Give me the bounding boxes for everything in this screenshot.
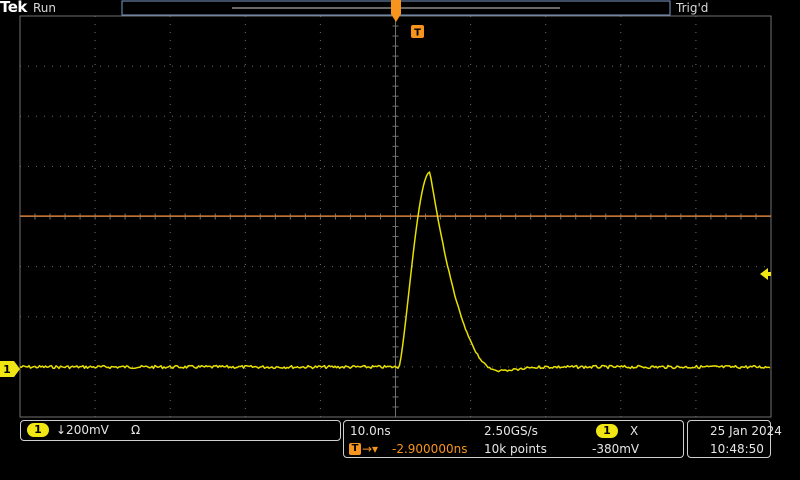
brand-logo: Tek	[0, 0, 27, 16]
channel1-scale: ↓200mV	[56, 423, 109, 437]
termination-ohm-icon: Ω	[131, 423, 141, 437]
oscilloscope-display: T 1	[0, 0, 772, 418]
timebase-scale: 10.0ns	[350, 424, 391, 438]
time: 10:48:50	[710, 442, 764, 456]
channel1-ground-label: 1	[3, 363, 11, 376]
trigger-slope-icon: X	[630, 424, 639, 438]
channel1-readout[interactable]: 1 ↓200mV Ω	[20, 420, 341, 441]
trigger-position-marker[interactable]	[391, 0, 401, 22]
acquisition-state[interactable]: Run	[33, 0, 56, 16]
record-length: 10k points	[484, 442, 547, 456]
trigger-delay: -2.900000ns	[392, 442, 468, 456]
trigger-t-label: T	[414, 28, 421, 39]
trigger-delay-badge: T	[349, 443, 361, 455]
timebase-trigger-readout[interactable]: 10.0ns 2.50GS/s 1 X T →▾ -2.900000ns 10k…	[343, 420, 684, 458]
trigger-status: Trig'd	[676, 1, 709, 15]
trigger-source-badge: 1	[596, 424, 618, 438]
sample-rate: 2.50GS/s	[484, 424, 538, 438]
trigger-level-arrow[interactable]	[760, 268, 771, 280]
trigger-t-marker[interactable]: T	[411, 25, 424, 39]
date: 25 Jan 2024	[710, 424, 782, 438]
channel1-ground-marker[interactable]: 1	[0, 361, 20, 377]
trigger-level: -380mV	[592, 442, 640, 456]
datetime-readout[interactable]: 25 Jan 2024 10:48:50	[687, 420, 782, 458]
trigger-delay-arrows-icon: →▾	[362, 442, 379, 456]
channel1-badge: 1	[27, 423, 49, 437]
